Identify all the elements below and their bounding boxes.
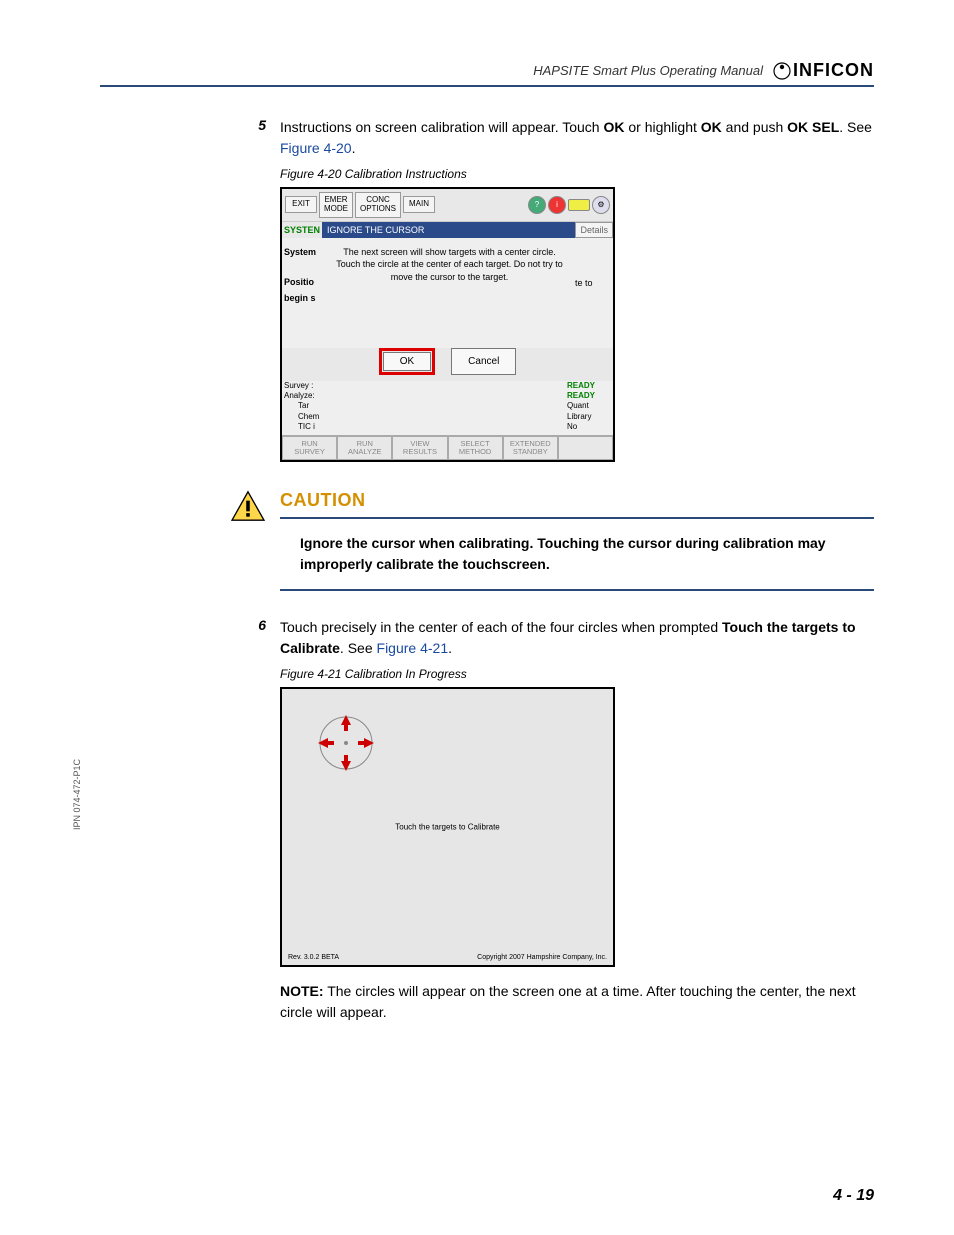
battery-icon: [568, 199, 590, 211]
note-label: NOTE:: [280, 983, 324, 999]
note-block: NOTE: The circles will appear on the scr…: [280, 981, 874, 1023]
page-header: HAPSITE Smart Plus Operating Manual INFI…: [100, 60, 874, 87]
calibration-target-icon[interactable]: [314, 711, 378, 775]
calibration-prompt-text: Touch the targets to Calibrate: [395, 823, 500, 832]
right-fragment-text: te to: [573, 238, 613, 348]
ok-highlight: OK: [379, 348, 435, 375]
left-status-labels: System Positio begin s: [282, 238, 326, 348]
caution-title: CAUTION: [280, 490, 874, 519]
note-text: The circles will appear on the screen on…: [280, 983, 856, 1020]
extended-standby-button[interactable]: EXTENDED STANDBY: [503, 436, 558, 461]
step-number: 5: [250, 117, 266, 159]
figure-4-21-screenshot: Touch the targets to Calibrate Rev. 3.0.…: [280, 687, 615, 967]
details-button[interactable]: Details: [575, 222, 613, 238]
view-results-button[interactable]: VIEW RESULTS: [392, 436, 447, 461]
document-code: IPN 074-472-P1C: [72, 759, 82, 830]
status-right: READY READY Quant Library No: [567, 381, 611, 433]
step-text: Instructions on screen calibration will …: [280, 117, 874, 159]
copyright-text: Copyright 2007 Hampshire Company, Inc.: [477, 954, 607, 961]
blank-button: [558, 436, 613, 461]
run-survey-button[interactable]: RUN SURVEY: [282, 436, 337, 461]
cancel-button[interactable]: Cancel: [451, 348, 516, 375]
figure-4-21-caption: Figure 4-21 Calibration In Progress: [280, 667, 874, 681]
settings-icon[interactable]: ⚙: [592, 196, 610, 214]
app-topbar: EXIT EMER MODE CONC OPTIONS MAIN ? i ⚙: [282, 189, 613, 222]
status-left: Survey : Analyze: Tar Chem TIC i: [284, 381, 567, 433]
page-number: 4 - 19: [833, 1187, 874, 1205]
step-6: 6 Touch precisely in the center of each …: [250, 617, 874, 659]
run-analyze-button[interactable]: RUN ANALYZE: [337, 436, 392, 461]
figure-ref-link[interactable]: Figure 4-20: [280, 140, 352, 156]
conc-options-button[interactable]: CONC OPTIONS: [355, 192, 401, 218]
info-icon[interactable]: i: [548, 196, 566, 214]
logo-icon: [773, 62, 791, 80]
help-icon[interactable]: ?: [528, 196, 546, 214]
dialog-message: The next screen will show targets with a…: [326, 238, 573, 348]
brand-logo: INFICON: [773, 60, 874, 81]
system-label: SYSTEN: [282, 222, 322, 238]
step-text: Touch precisely in the center of each of…: [280, 617, 874, 659]
select-method-button[interactable]: SELECT METHOD: [448, 436, 503, 461]
ok-button[interactable]: OK: [383, 352, 431, 371]
step-number: 6: [250, 617, 266, 659]
manual-title: HAPSITE Smart Plus Operating Manual: [533, 63, 763, 78]
revision-text: Rev. 3.0.2 BETA: [288, 954, 339, 961]
step-5: 5 Instructions on screen calibration wil…: [250, 117, 874, 159]
caution-icon: [230, 490, 266, 522]
main-button[interactable]: MAIN: [403, 196, 435, 213]
emer-mode-button[interactable]: EMER MODE: [319, 192, 353, 218]
figure-4-20-caption: Figure 4-20 Calibration Instructions: [280, 167, 874, 181]
caution-text: Ignore the cursor when calibrating. Touc…: [280, 533, 874, 591]
logo-text: INFICON: [793, 60, 874, 81]
figure-4-20-screenshot: EXIT EMER MODE CONC OPTIONS MAIN ? i ⚙ S…: [280, 187, 615, 462]
bottom-toolbar: RUN SURVEY RUN ANALYZE VIEW RESULTS SELE…: [282, 435, 613, 461]
figure-ref-link[interactable]: Figure 4-21: [377, 640, 449, 656]
dialog-title-bar: IGNORE THE CURSOR: [322, 222, 575, 238]
exit-button[interactable]: EXIT: [285, 196, 317, 213]
caution-block: CAUTION Ignore the cursor when calibrati…: [230, 490, 874, 591]
